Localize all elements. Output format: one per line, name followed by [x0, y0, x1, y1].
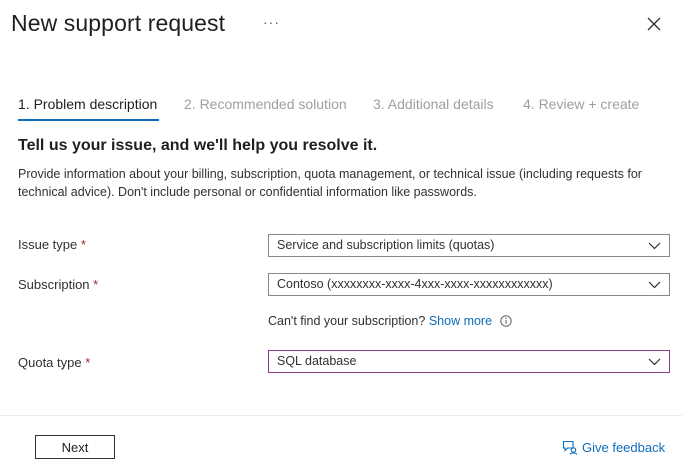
next-button[interactable]: Next — [35, 435, 115, 459]
required-mark: * — [93, 277, 99, 292]
tab-recommended-solution[interactable]: 2. Recommended solution — [184, 96, 347, 112]
quota-type-label: Quota type * — [18, 355, 90, 370]
give-feedback-label: Give feedback — [582, 440, 666, 455]
chevron-down-icon — [648, 242, 661, 250]
cant-find-subscription: Can't find your subscription? Show more — [268, 314, 512, 328]
quota-type-value: SQL database — [277, 354, 357, 368]
section-description: Provide information about your billing, … — [18, 167, 642, 199]
tab-review-create[interactable]: 4. Review + create — [523, 96, 639, 112]
chevron-down-icon — [648, 358, 661, 366]
quota-type-label-text: Quota type — [18, 355, 82, 370]
quota-type-dropdown[interactable]: SQL database — [268, 350, 670, 373]
section-heading: Tell us your issue, and we'll help you r… — [18, 137, 378, 154]
give-feedback-link[interactable]: Give feedback — [562, 439, 665, 455]
active-tab-indicator — [18, 119, 159, 121]
subscription-dropdown[interactable]: Contoso (xxxxxxxx-xxxx-4xxx-xxxx-xxxxxxx… — [268, 273, 670, 296]
info-icon[interactable] — [499, 315, 512, 327]
cant-find-text: Can't find your subscription? — [268, 314, 426, 328]
page-title: New support request — [11, 10, 226, 36]
more-icon[interactable]: ··· — [263, 14, 280, 30]
issue-type-dropdown[interactable]: Service and subscription limits (quotas) — [268, 234, 670, 257]
subscription-label-text: Subscription — [18, 277, 90, 292]
close-icon[interactable] — [646, 16, 662, 32]
feedback-icon — [562, 440, 578, 455]
chevron-down-icon — [648, 281, 661, 289]
tab-additional-details[interactable]: 3. Additional details — [373, 96, 494, 112]
footer-divider — [0, 415, 682, 416]
issue-type-label: Issue type * — [18, 237, 86, 252]
issue-type-value: Service and subscription limits (quotas) — [277, 238, 495, 252]
issue-type-label-text: Issue type — [18, 237, 78, 252]
required-mark: * — [85, 355, 91, 370]
subscription-value: Contoso (xxxxxxxx-xxxx-4xxx-xxxx-xxxxxxx… — [277, 277, 553, 291]
required-mark: * — [80, 237, 86, 252]
tab-problem-description[interactable]: 1. Problem description — [18, 96, 157, 112]
show-more-link[interactable]: Show more — [429, 314, 492, 328]
subscription-label: Subscription * — [18, 277, 98, 292]
